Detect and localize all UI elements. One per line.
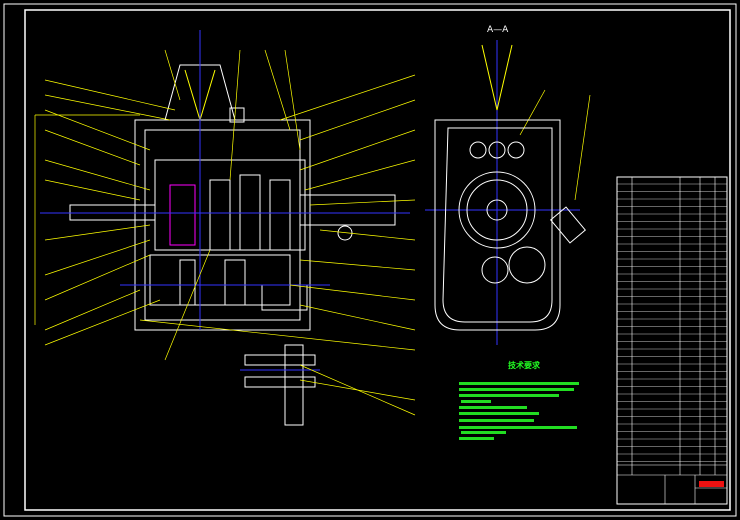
parts-list-rows <box>617 183 727 462</box>
technical-notes <box>459 382 579 440</box>
drawing-canvas <box>3 3 737 517</box>
leader-lines <box>34 49 591 416</box>
section-view-a-a <box>434 44 587 331</box>
title-stamp <box>699 481 724 487</box>
outer-frame <box>3 3 737 517</box>
requirements-title: 技术要求 <box>508 361 540 370</box>
parts-list-table <box>616 176 728 505</box>
inner-frame <box>24 9 731 511</box>
cad-drawing: A—A 技术要求 <box>0 0 740 520</box>
section-label: A—A <box>487 25 509 35</box>
main-view <box>69 64 396 426</box>
